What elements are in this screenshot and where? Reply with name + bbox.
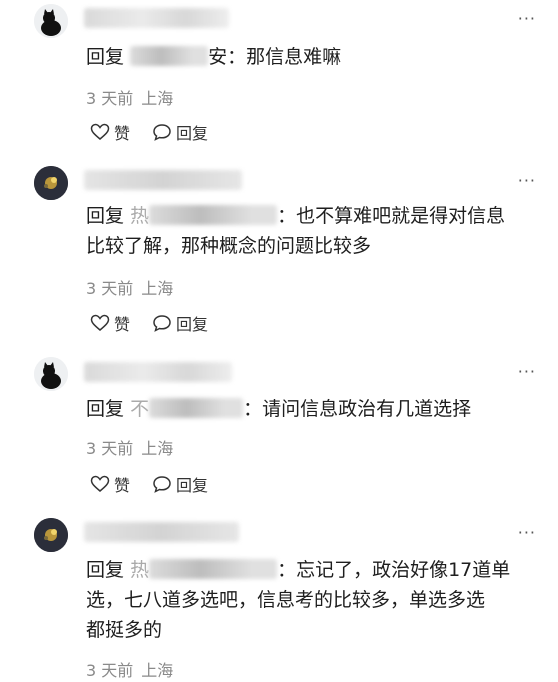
- comment-meta: 3 天前 上海: [86, 657, 181, 681]
- comment-meta: 3 天前 上海: [86, 85, 181, 109]
- location-label: 上海: [141, 89, 174, 108]
- reply-label: 回复: [176, 124, 209, 143]
- time-label: 3 天前: [86, 439, 134, 458]
- like-button[interactable]: 赞: [90, 311, 130, 335]
- reply-prefix: 回复: [86, 205, 125, 227]
- comment-text: 回复 热：忘记了，政治好像17道单 选，七八道多选吧，信息考的比较多，单选多选 …: [86, 555, 538, 645]
- like-label: 赞: [114, 315, 131, 334]
- comment-text: 回复 热 ：也不算难吧就是得对信息 比较了解，那种概念的问题比较多: [86, 201, 538, 261]
- like-label: 赞: [114, 476, 131, 495]
- username-blurred[interactable]: [84, 170, 242, 190]
- comment-bubble-icon: [153, 124, 171, 141]
- username-blurred[interactable]: [84, 362, 232, 382]
- more-options-icon[interactable]: ···: [518, 364, 536, 380]
- comment-content-line2: 比较了解，那种概念的问题比较多: [86, 235, 372, 257]
- heart-icon: [90, 475, 110, 492]
- comment-bubble-icon: [153, 476, 171, 493]
- reply-button[interactable]: 回复: [152, 120, 208, 144]
- comment-text: 回复 安：那信息难嘛: [86, 42, 538, 72]
- avatar[interactable]: [34, 4, 68, 38]
- avatar[interactable]: [34, 518, 68, 552]
- avatar[interactable]: [34, 357, 68, 391]
- like-button[interactable]: 赞: [90, 120, 130, 144]
- reply-prefix: 回复: [86, 398, 125, 420]
- comment-content-line1: ：忘记了，政治好像17道单: [277, 559, 511, 581]
- like-button[interactable]: 赞: [90, 472, 130, 496]
- location-label: 上海: [141, 439, 174, 458]
- reply-target-head: 热: [130, 559, 150, 581]
- reply-target-blurred[interactable]: [149, 205, 278, 225]
- comment-actions: 赞 回复: [90, 311, 208, 335]
- comment-actions: 赞 回复: [90, 472, 208, 496]
- more-options-icon[interactable]: ···: [518, 525, 536, 541]
- location-label: 上海: [141, 279, 174, 298]
- time-label: 3 天前: [86, 279, 134, 298]
- heart-icon: [90, 314, 110, 331]
- comment-bubble-icon: [153, 315, 171, 332]
- comment-actions: 赞 回复: [90, 120, 208, 144]
- reply-button[interactable]: 回复: [152, 311, 208, 335]
- reply-prefix: 回复: [86, 46, 125, 68]
- like-label: 赞: [114, 124, 131, 143]
- reply-label: 回复: [176, 315, 209, 334]
- comment-content: ：请问信息政治有几道选择: [243, 398, 472, 420]
- more-options-icon[interactable]: ···: [518, 11, 536, 27]
- comment-content-line3: 都挺多的: [86, 619, 163, 641]
- reply-target-head: 热: [130, 205, 150, 227]
- cat-avatar-icon: [34, 357, 68, 391]
- location-label: 上海: [141, 661, 174, 680]
- reply-target-blurred[interactable]: [149, 398, 244, 418]
- heart-icon: [90, 123, 110, 140]
- reply-label: 回复: [176, 476, 209, 495]
- time-label: 3 天前: [86, 89, 134, 108]
- comment-content-line2: 选，七八道多选吧，信息考的比较多，单选多选: [86, 589, 486, 611]
- comment-content: ：那信息难嘛: [227, 46, 342, 68]
- time-label: 3 天前: [86, 661, 134, 680]
- comment-meta: 3 天前 上海: [86, 435, 181, 459]
- reply-button[interactable]: 回复: [152, 472, 208, 496]
- cat-avatar-icon: [34, 4, 68, 38]
- reply-prefix: 回复: [86, 559, 125, 581]
- reply-target-head: 不: [130, 398, 150, 420]
- sparkle-avatar-icon: [34, 166, 68, 200]
- comment-meta: 3 天前 上海: [86, 275, 181, 299]
- reply-target-blurred[interactable]: [130, 46, 209, 66]
- comment-content-line1: ：也不算难吧就是得对信息: [277, 205, 506, 227]
- comment-text: 回复 不 ：请问信息政治有几道选择: [86, 394, 538, 424]
- sparkle-avatar-icon: [34, 518, 68, 552]
- reply-target-blurred[interactable]: [149, 559, 278, 579]
- username-blurred[interactable]: [84, 8, 229, 28]
- reply-target-tail: 安: [208, 46, 228, 68]
- username-blurred[interactable]: [84, 522, 239, 542]
- more-options-icon[interactable]: ···: [518, 173, 536, 189]
- avatar[interactable]: [34, 166, 68, 200]
